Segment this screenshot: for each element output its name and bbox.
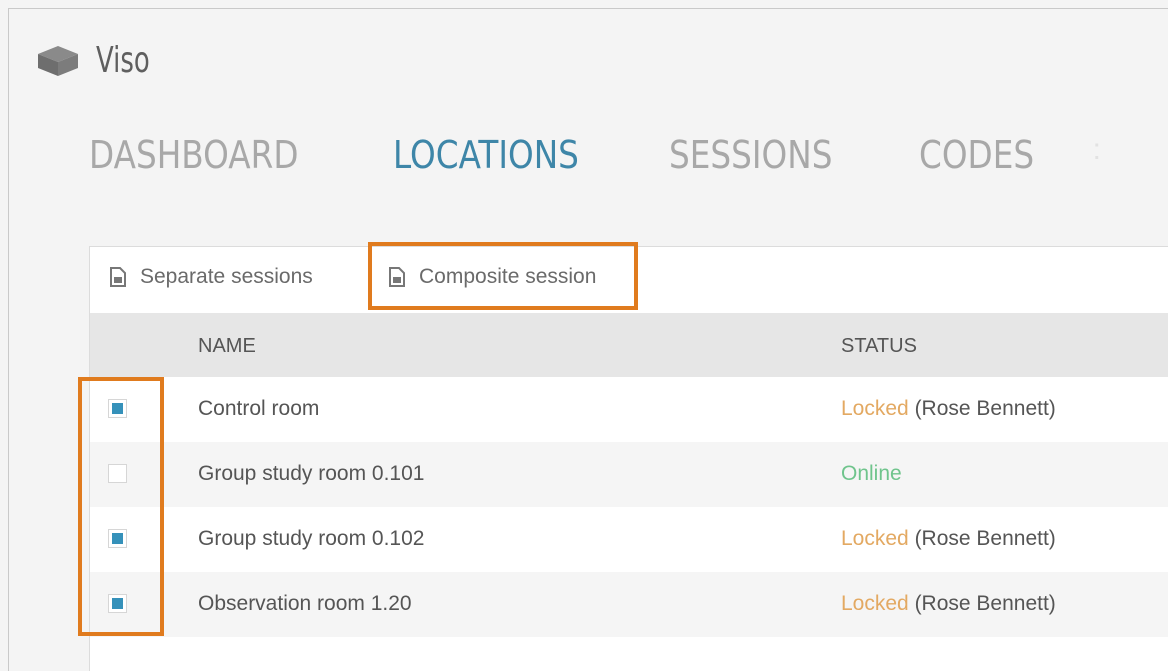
- locked-by: (Rose Bennett): [914, 527, 1056, 550]
- location-status: Online: [841, 462, 902, 486]
- location-name: Control room: [198, 397, 320, 420]
- column-header-status[interactable]: STATUS: [841, 335, 917, 358]
- separate-sessions-label: Separate sessions: [140, 265, 313, 288]
- locked-by: (Rose Bennett): [914, 592, 1056, 615]
- row-checkbox[interactable]: [108, 529, 127, 548]
- status-label: Locked: [841, 397, 909, 420]
- location-name: Group study room 0.102: [198, 527, 425, 550]
- composite-session-label: Composite session: [419, 265, 597, 288]
- column-header-name[interactable]: NAME: [198, 335, 256, 358]
- app-name: Viso: [96, 40, 150, 81]
- document-icon: [110, 267, 126, 287]
- table-row[interactable]: Observation room 1.20 Locked (Rose Benne…: [90, 572, 1168, 637]
- app-logo[interactable]: Viso: [36, 40, 171, 81]
- location-status: Locked (Rose Bennett): [841, 592, 1056, 616]
- separate-sessions-button[interactable]: Separate sessions: [110, 265, 313, 289]
- location-status: Locked (Rose Bennett): [841, 527, 1056, 551]
- tab-dashboard[interactable]: DASHBOARD: [89, 133, 298, 177]
- tab-codes[interactable]: CODES: [919, 133, 1034, 177]
- status-label: Locked: [841, 527, 909, 550]
- location-name: Group study room 0.101: [198, 462, 425, 485]
- toolbar: Separate sessions Composite session: [90, 242, 1168, 313]
- row-checkbox[interactable]: [108, 594, 127, 613]
- table-row[interactable]: Control room Locked (Rose Bennett): [90, 377, 1168, 442]
- status-label: Locked: [841, 592, 909, 615]
- row-checkbox[interactable]: [108, 399, 127, 418]
- location-status: Locked (Rose Bennett): [841, 397, 1056, 421]
- table-row[interactable]: Group study room 0.101 Online: [90, 442, 1168, 507]
- table-row[interactable]: Group study room 0.102 Locked (Rose Benn…: [90, 507, 1168, 572]
- row-checkbox[interactable]: [108, 464, 127, 483]
- cube-logo-icon: [38, 45, 78, 76]
- tab-sessions[interactable]: SESSIONS: [669, 133, 832, 177]
- table-header: NAME STATUS: [90, 313, 1168, 377]
- status-label: Online: [841, 462, 902, 485]
- locations-panel: Separate sessions Composite session NAME…: [89, 242, 1168, 671]
- nav-overflow-indicator: :: [1092, 133, 1102, 166]
- document-icon: [389, 267, 405, 287]
- main-nav: DASHBOARD LOCATIONS SESSIONS CODES :: [89, 133, 1101, 177]
- location-name: Observation room 1.20: [198, 592, 412, 615]
- composite-session-button[interactable]: Composite session: [389, 265, 596, 289]
- tab-locations[interactable]: LOCATIONS: [393, 133, 579, 177]
- locked-by: (Rose Bennett): [914, 397, 1056, 420]
